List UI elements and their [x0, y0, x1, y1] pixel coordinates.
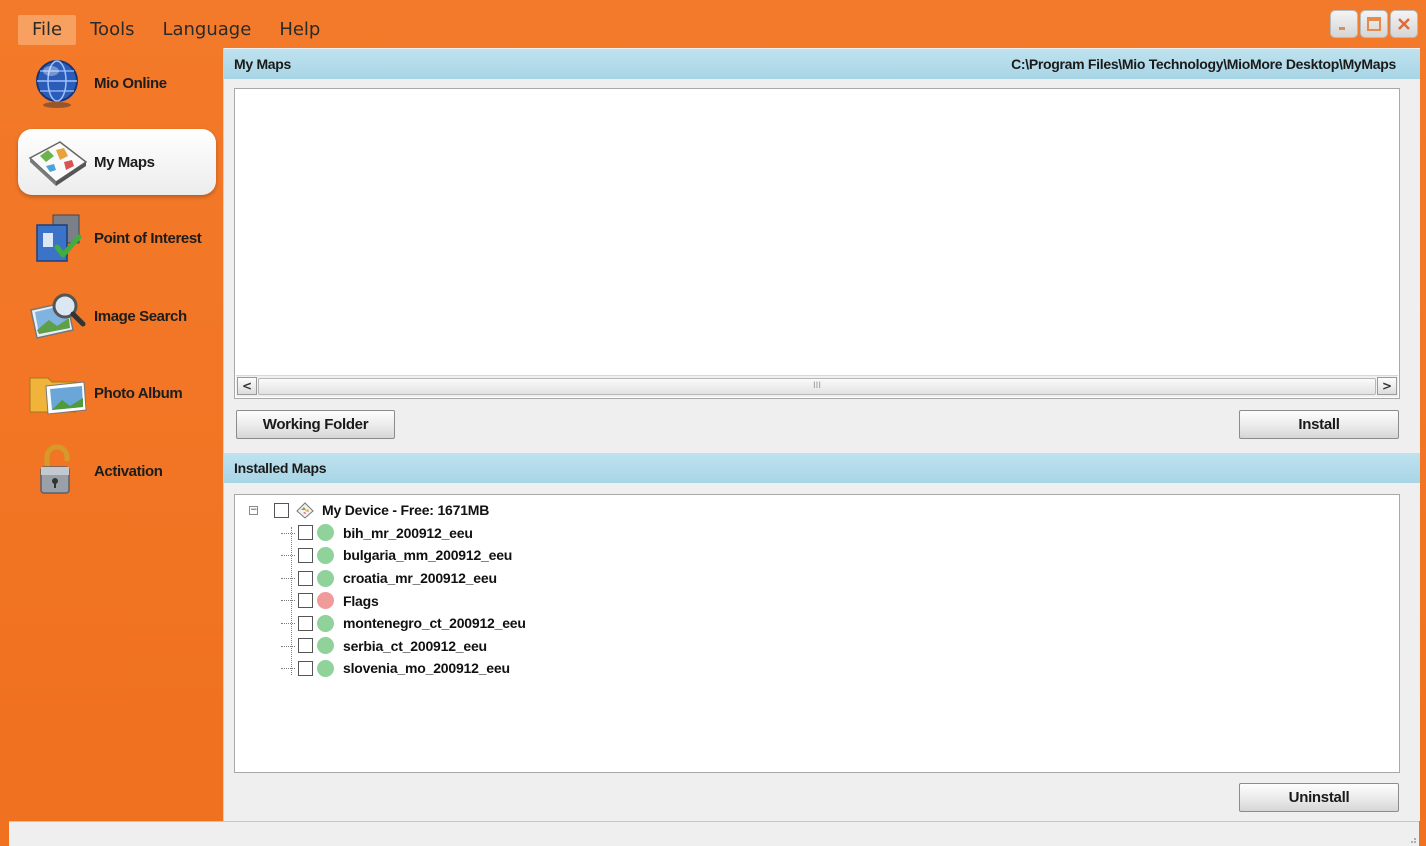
device-checkbox[interactable]: [274, 502, 289, 518]
scroll-right-icon[interactable]: >: [1377, 377, 1397, 395]
status-dot-icon: [317, 614, 334, 632]
map-checkbox[interactable]: [298, 525, 313, 541]
image-search-icon: [26, 288, 88, 344]
tree-root-device[interactable]: − My Device - Free: 1671MB: [245, 499, 526, 522]
tree-item[interactable]: bih_mr_200912_eeu: [245, 522, 526, 545]
sidebar-item-photo-album[interactable]: Photo Album: [18, 360, 216, 426]
minimize-icon[interactable]: [1330, 10, 1358, 38]
tree-item[interactable]: montenegro_ct_200912_eeu: [245, 612, 526, 635]
scrollbar-thumb[interactable]: III: [258, 378, 1376, 395]
status-bar: [9, 821, 1419, 846]
menu-tools[interactable]: Tools: [76, 15, 148, 45]
map-label: montenegro_ct_200912_eeu: [343, 615, 526, 632]
status-dot-icon: [317, 592, 334, 610]
installed-maps-header: Installed Maps: [224, 453, 1420, 483]
map-checkbox[interactable]: [298, 593, 313, 609]
installed-maps-title: Installed Maps: [234, 460, 327, 476]
device-tree: − My Device - Free: 1671MB bih_mr_200912…: [245, 499, 526, 680]
horizontal-scrollbar[interactable]: < III >: [236, 375, 1398, 397]
map-label: Flags: [343, 592, 379, 609]
uninstall-button[interactable]: Uninstall: [1239, 783, 1399, 812]
scroll-left-icon[interactable]: <: [237, 377, 257, 395]
working-folder-path: C:\Program Files\Mio Technology\MioMore …: [1011, 56, 1396, 72]
installed-maps-tree[interactable]: − My Device - Free: 1671MB bih_mr_200912…: [234, 494, 1400, 773]
close-icon[interactable]: [1390, 10, 1418, 38]
map-label: croatia_mr_200912_eeu: [343, 570, 497, 587]
map-label: bih_mr_200912_eeu: [343, 524, 473, 541]
main-panel: My Maps C:\Program Files\Mio Technology\…: [223, 48, 1420, 821]
globe-icon: [26, 55, 88, 111]
menu-bar: File Tools Language Help: [18, 14, 334, 46]
sidebar-item-activation[interactable]: Activation: [18, 438, 216, 504]
menu-language[interactable]: Language: [148, 15, 265, 45]
status-dot-icon: [317, 569, 334, 587]
collapse-icon[interactable]: −: [249, 505, 258, 515]
map-label: bulgaria_mm_200912_eeu: [343, 547, 513, 564]
working-folder-button[interactable]: Working Folder: [236, 410, 395, 439]
status-dot-icon: [317, 524, 334, 542]
padlock-icon: [26, 443, 88, 499]
photo-album-icon: [26, 365, 88, 421]
sidebar-item-label: Point of Interest: [94, 229, 202, 247]
app-window: File Tools Language Help Mio Online My M…: [0, 0, 1426, 846]
status-dot-icon: [317, 659, 334, 677]
map-label: serbia_ct_200912_eeu: [343, 637, 487, 654]
sidebar-item-my-maps[interactable]: My Maps: [18, 129, 216, 195]
map-checkbox[interactable]: [298, 615, 313, 631]
map-label: slovenia_mo_200912_eeu: [343, 660, 510, 677]
map-checkbox[interactable]: [298, 660, 313, 676]
my-maps-list[interactable]: < III >: [234, 88, 1400, 399]
device-label: My Device - Free: 1671MB: [322, 502, 490, 519]
sidebar-item-label: Mio Online: [94, 74, 167, 92]
tree-item[interactable]: Flags: [245, 589, 526, 612]
my-maps-header: My Maps C:\Program Files\Mio Technology\…: [224, 49, 1420, 79]
menu-help[interactable]: Help: [265, 15, 334, 45]
sidebar-item-point-of-interest[interactable]: Point of Interest: [18, 205, 216, 271]
map-icon: [26, 134, 88, 190]
menu-file[interactable]: File: [18, 15, 77, 45]
map-checkbox[interactable]: [298, 570, 313, 586]
tree-item[interactable]: serbia_ct_200912_eeu: [245, 635, 526, 658]
tree-item[interactable]: croatia_mr_200912_eeu: [245, 567, 526, 590]
resize-grip-icon[interactable]: [1407, 834, 1417, 844]
sidebar-item-mio-online[interactable]: Mio Online: [18, 50, 216, 116]
my-maps-title: My Maps: [234, 56, 292, 72]
sidebar-item-label: Photo Album: [94, 384, 183, 402]
status-dot-icon: [317, 637, 334, 655]
map-checkbox[interactable]: [298, 547, 313, 563]
status-dot-icon: [317, 546, 334, 564]
map-checkbox[interactable]: [298, 638, 313, 654]
sidebar-item-label: Activation: [94, 462, 163, 480]
sidebar-item-image-search[interactable]: Image Search: [18, 283, 216, 349]
tree-item[interactable]: bulgaria_mm_200912_eeu: [245, 544, 526, 567]
install-button[interactable]: Install: [1239, 410, 1399, 439]
sidebar-item-label: Image Search: [94, 307, 187, 325]
window-controls: [1330, 10, 1418, 38]
tree-item[interactable]: slovenia_mo_200912_eeu: [245, 657, 526, 680]
sidebar-item-label: My Maps: [94, 153, 155, 171]
maximize-icon[interactable]: [1360, 10, 1388, 38]
sidebar: Mio Online My Maps Point of Interest Ima…: [16, 50, 218, 820]
device-icon: [295, 501, 315, 519]
poi-icon: [26, 210, 88, 266]
